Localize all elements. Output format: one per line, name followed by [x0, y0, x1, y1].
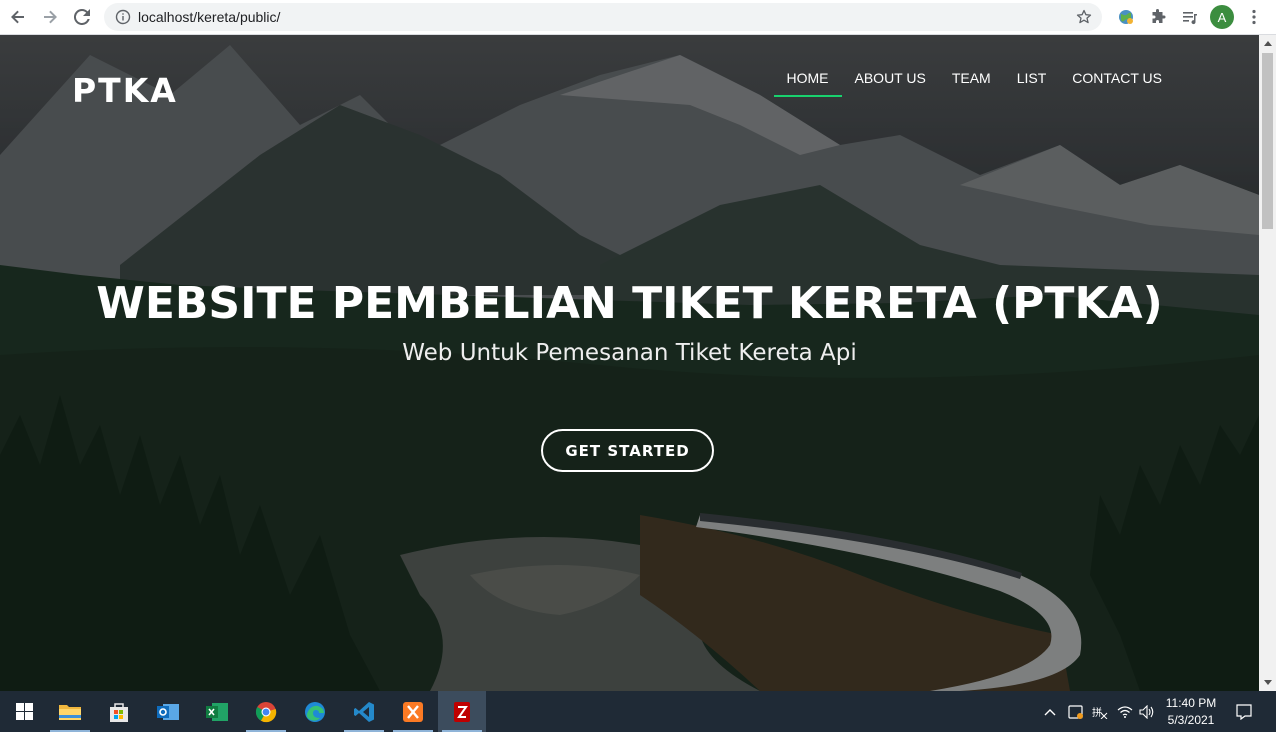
profile-avatar[interactable]: A — [1210, 5, 1234, 29]
extensions-puzzle-icon[interactable] — [1146, 5, 1170, 29]
microsoft-store-icon[interactable] — [95, 691, 143, 732]
show-hidden-icons-chevron-icon[interactable] — [1040, 691, 1060, 732]
vscode-icon[interactable] — [340, 691, 388, 732]
volume-icon[interactable] — [1137, 691, 1157, 732]
nav-team[interactable]: TEAM — [939, 71, 1004, 97]
file-explorer-icon[interactable] — [46, 691, 94, 732]
clock-time: 11:40 PM — [1165, 696, 1217, 710]
windows-start-icon[interactable] — [0, 691, 48, 732]
back-button[interactable] — [5, 4, 31, 30]
browser-toolbar: localhost/kereta/public/ A — [0, 0, 1276, 35]
windows-taskbar: 拼 11:40 PM 5/3/2021 — [0, 691, 1276, 732]
outlook-icon[interactable] — [144, 691, 192, 732]
forward-button[interactable] — [37, 4, 63, 30]
wifi-icon[interactable] — [1114, 691, 1136, 732]
reload-icon — [74, 9, 90, 25]
reload-button[interactable] — [69, 4, 95, 30]
nav-home[interactable]: HOME — [773, 71, 842, 97]
arrow-left-icon — [11, 10, 24, 24]
bookmark-star-icon[interactable] — [1074, 7, 1094, 27]
nav-contact-us[interactable]: CONTACT US — [1059, 71, 1175, 97]
xampp-icon[interactable] — [389, 691, 437, 732]
nav-list[interactable]: LIST — [1004, 71, 1060, 97]
edge-icon[interactable] — [291, 691, 339, 732]
svg-text:拼: 拼 — [1092, 706, 1102, 719]
page-scrollbar[interactable] — [1259, 35, 1276, 691]
tray-app-icon[interactable] — [1065, 691, 1087, 732]
input-method-icon[interactable]: 拼 — [1089, 691, 1111, 732]
arrow-right-icon — [44, 10, 57, 24]
nav-about-us[interactable]: ABOUT US — [842, 71, 939, 97]
scrollbar-thumb[interactable] — [1262, 53, 1273, 229]
address-bar[interactable]: localhost/kereta/public/ — [104, 3, 1102, 31]
site-logo[interactable]: PTKA — [72, 71, 178, 110]
scroll-up-arrow-icon[interactable] — [1259, 35, 1276, 52]
site-info-icon[interactable] — [114, 8, 132, 26]
notification-center-icon[interactable] — [1232, 691, 1256, 732]
clock-date: 5/3/2021 — [1167, 713, 1215, 727]
main-navigation: HOME ABOUT US TEAM LIST CONTACT US — [773, 71, 1176, 97]
extension-globe-icon[interactable] — [1114, 5, 1138, 29]
url-text[interactable]: localhost/kereta/public/ — [138, 9, 280, 25]
browser-menu-icon[interactable] — [1242, 5, 1266, 29]
media-queue-icon[interactable] — [1178, 5, 1202, 29]
scroll-down-arrow-icon[interactable] — [1259, 674, 1276, 691]
system-clock[interactable]: 11:40 PM 5/3/2021 — [1156, 695, 1226, 729]
page-viewport: PTKA HOME ABOUT US TEAM LIST CONTACT US … — [0, 35, 1259, 691]
hero-title: WEBSITE PEMBELIAN TIKET KERETA (PTKA) — [96, 278, 1163, 329]
chrome-icon[interactable] — [242, 691, 290, 732]
hero-subtitle: Web Untuk Pemesanan Tiket Kereta Api — [402, 340, 857, 366]
get-started-button[interactable]: GET STARTED — [541, 429, 714, 472]
filezilla-icon[interactable] — [438, 691, 486, 732]
excel-icon[interactable] — [193, 691, 241, 732]
